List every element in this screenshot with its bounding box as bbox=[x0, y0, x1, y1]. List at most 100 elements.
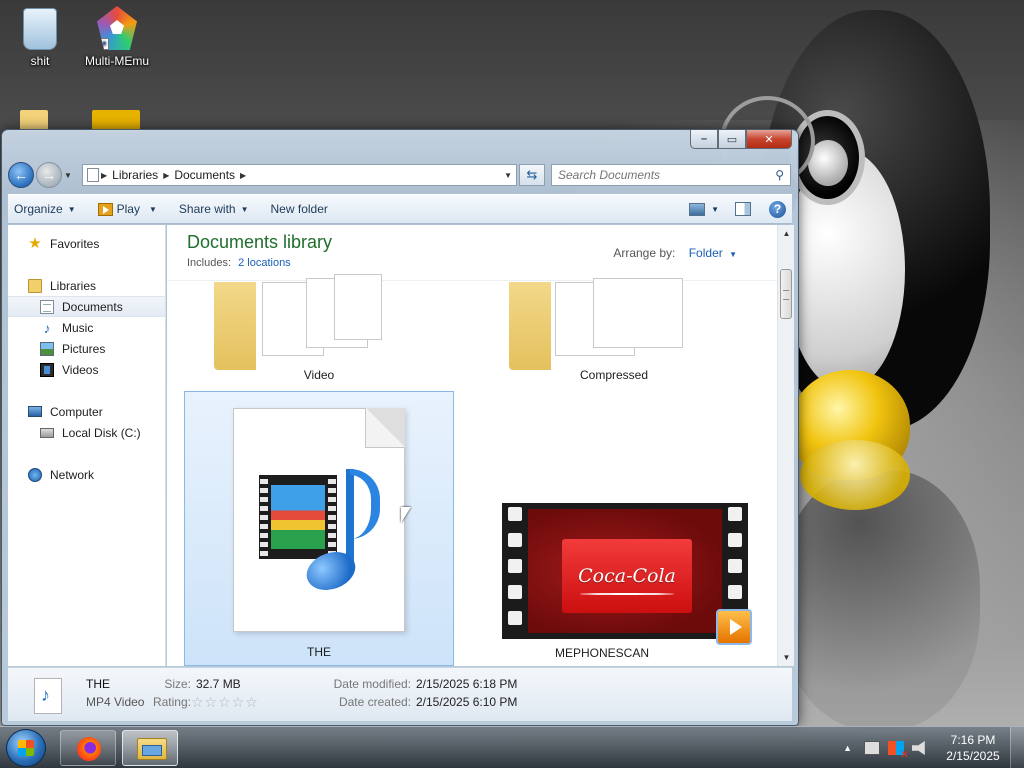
pictures-icon bbox=[40, 341, 54, 356]
desktop-icon-recycle-bin[interactable]: shit bbox=[0, 8, 80, 68]
new-folder-button[interactable]: New folder bbox=[271, 202, 328, 216]
clock[interactable]: 7:16 PM 2/15/2025 bbox=[936, 732, 1010, 764]
play-button[interactable]: Play ▼ bbox=[97, 202, 157, 216]
details-pane: THE MP4 Video Size: 32.7 MB Rating: ☆☆☆☆… bbox=[8, 667, 792, 721]
date-created-label: Date created: bbox=[338, 695, 411, 709]
library-includes: Includes: 2 locations bbox=[187, 257, 291, 269]
breadcrumb-documents[interactable]: Documents bbox=[174, 168, 235, 182]
sidebar-item-videos[interactable]: Videos bbox=[8, 359, 165, 380]
breadcrumb-libraries[interactable]: Libraries bbox=[112, 168, 158, 182]
show-hidden-icons-button[interactable]: ▲ bbox=[843, 743, 852, 753]
maximize-button[interactable]: ▭ bbox=[718, 130, 746, 149]
command-bar: Organize ▼ Play ▼ Share with ▼ New folde… bbox=[8, 194, 792, 224]
desktop-icon-multi-memu[interactable]: ↗ Multi-MEmu bbox=[77, 6, 157, 68]
multi-memu-icon: ↗ bbox=[97, 6, 137, 50]
sidebar-item-pictures[interactable]: Pictures bbox=[8, 338, 165, 359]
scroll-down-button[interactable]: ▼ bbox=[778, 649, 794, 666]
recent-pages-dropdown[interactable]: ▼ bbox=[64, 171, 76, 180]
sidebar-item-computer[interactable]: Computer bbox=[8, 401, 165, 422]
taskbar-firefox-button[interactable] bbox=[60, 730, 116, 766]
sidebar-item-label: Local Disk (C:) bbox=[62, 425, 141, 440]
rating-stars[interactable]: ☆☆☆☆☆ bbox=[191, 694, 259, 711]
rating-label: Rating: bbox=[152, 695, 191, 709]
scroll-up-button[interactable]: ▲ bbox=[778, 225, 794, 242]
chevron-down-icon: ▼ bbox=[67, 204, 76, 214]
breadcrumb-separator[interactable]: ▶ bbox=[240, 171, 246, 180]
open-folder-icon bbox=[214, 274, 384, 370]
sidebar-item-libraries[interactable]: Libraries bbox=[8, 275, 165, 296]
date-created-value: 2/15/2025 6:10 PM bbox=[416, 695, 518, 709]
organize-label: Organize bbox=[14, 202, 63, 216]
view-options-dropdown[interactable]: ▼ bbox=[711, 205, 719, 214]
sidebar-item-label: Videos bbox=[62, 362, 99, 377]
search-icon[interactable]: ⚲ bbox=[775, 168, 784, 182]
help-icon[interactable]: ? bbox=[769, 200, 786, 218]
forward-button[interactable]: → bbox=[36, 162, 62, 188]
file-item[interactable]: Coca-Cola MEPHONESCAN bbox=[467, 391, 752, 666]
preview-pane-icon[interactable] bbox=[735, 202, 751, 216]
minimize-button[interactable]: – bbox=[690, 130, 718, 149]
local-disk-icon bbox=[40, 427, 54, 438]
sidebar-item-local-disk[interactable]: Local Disk (C:) bbox=[8, 422, 165, 443]
mp4-file-icon bbox=[233, 408, 405, 632]
firefox-icon bbox=[77, 737, 101, 761]
sidebar-item-documents[interactable]: Documents bbox=[8, 296, 165, 317]
address-bar[interactable]: ▶ Libraries ▶ Documents ▶ ▼ bbox=[82, 164, 517, 186]
folder-item[interactable]: Video bbox=[184, 274, 454, 382]
show-desktop-button[interactable] bbox=[1010, 727, 1024, 768]
chevron-down-icon: ▼ bbox=[240, 204, 249, 214]
sidebar-item-label: Music bbox=[62, 320, 94, 335]
chevron-down-icon[interactable]: ▼ bbox=[729, 250, 737, 259]
caption-buttons: – ▭ ✕ bbox=[690, 130, 792, 149]
locations-link[interactable]: 2 locations bbox=[238, 257, 291, 269]
sidebar-item-network[interactable]: Network bbox=[8, 464, 165, 485]
start-button[interactable] bbox=[6, 729, 46, 767]
action-center-icon[interactable] bbox=[864, 741, 880, 755]
videos-icon bbox=[40, 362, 54, 377]
explorer-icon bbox=[137, 738, 167, 760]
sidebar-item-favorites[interactable]: ★ Favorites bbox=[8, 233, 165, 254]
search-input[interactable] bbox=[558, 168, 776, 182]
scrollbar-thumb[interactable] bbox=[780, 269, 792, 319]
organize-button[interactable]: Organize ▼ bbox=[14, 202, 76, 216]
taskbar-explorer-button[interactable] bbox=[122, 730, 178, 766]
size-value: 32.7 MB bbox=[196, 677, 241, 691]
windows-flag-icon[interactable] bbox=[888, 741, 908, 761]
sidebar-item-label: Network bbox=[50, 467, 95, 482]
item-label: Compressed bbox=[579, 368, 649, 382]
arrange-by-label: Arrange by: bbox=[613, 246, 676, 260]
toolbar-right: ▼ ? bbox=[689, 200, 786, 218]
volume-muted-icon[interactable] bbox=[912, 741, 925, 755]
close-button[interactable]: ✕ bbox=[746, 130, 792, 149]
share-with-label: Share with bbox=[178, 202, 236, 216]
share-with-button[interactable]: Share with ▼ bbox=[179, 202, 249, 216]
clock-date: 2/15/2025 bbox=[946, 749, 1000, 763]
libraries-icon bbox=[28, 278, 42, 293]
coca-cola-logo: Coca-Cola bbox=[562, 539, 692, 613]
system-tray: ▲ 7:16 PM 2/15/2025 bbox=[843, 727, 1024, 768]
clock-time: 7:16 PM bbox=[950, 733, 996, 747]
taskbar: ▲ 7:16 PM 2/15/2025 bbox=[0, 726, 1024, 768]
play-icon bbox=[97, 202, 113, 216]
breadcrumb-separator[interactable]: ▶ bbox=[163, 171, 169, 180]
includes-label: Includes: bbox=[187, 257, 232, 269]
navigation-pane: ★ Favorites Libraries Documents ♪ Music … bbox=[8, 225, 166, 666]
arrange-by-dropdown[interactable]: Folder bbox=[689, 246, 723, 260]
vertical-scrollbar[interactable]: ▲ ▼ bbox=[777, 225, 794, 666]
refresh-button[interactable]: ⇆ bbox=[519, 164, 545, 186]
compressed-folder-icon bbox=[509, 278, 683, 370]
back-button[interactable]: ← bbox=[8, 162, 34, 188]
address-dropdown-icon[interactable]: ▼ bbox=[504, 171, 512, 180]
folder-item[interactable]: Compressed bbox=[479, 278, 749, 382]
music-note-icon bbox=[301, 469, 386, 597]
arrange-by: Arrange by: Folder ▼ bbox=[613, 246, 737, 260]
sidebar-item-music[interactable]: ♪ Music bbox=[8, 317, 165, 338]
documents-library-icon bbox=[87, 168, 99, 182]
change-view-icon[interactable] bbox=[689, 202, 706, 216]
date-modified-label: Date modified: bbox=[333, 677, 411, 691]
file-item-selected[interactable]: THE bbox=[184, 391, 454, 666]
search-box[interactable]: ⚲ bbox=[551, 164, 791, 186]
breadcrumb-separator[interactable]: ▶ bbox=[101, 171, 107, 180]
mouse-cursor-icon bbox=[401, 507, 411, 523]
date-modified-value: 2/15/2025 6:18 PM bbox=[416, 677, 518, 691]
